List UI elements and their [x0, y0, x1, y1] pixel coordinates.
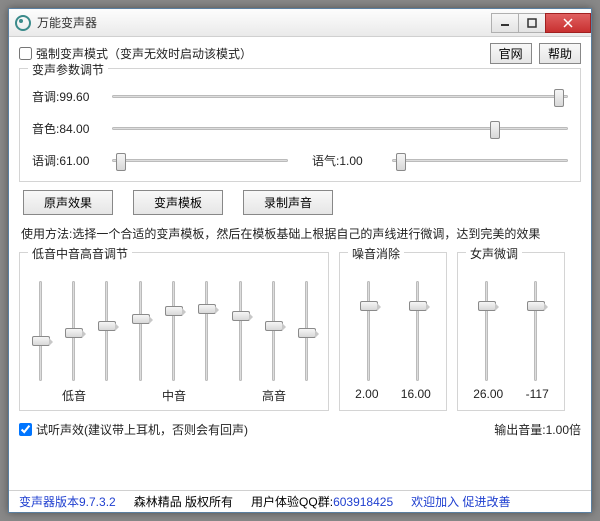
pitch-slider[interactable] [112, 87, 568, 105]
voice-params-group: 变声参数调节 音调:99.60 音色:84.00 语调:61.00 语气:1.0… [19, 68, 581, 182]
noise-slider-0[interactable] [359, 281, 379, 381]
window-buttons [492, 13, 591, 33]
help-button[interactable]: 帮助 [539, 43, 581, 64]
female-val-1: -117 [526, 387, 549, 401]
noise-labels: 2.00 16.00 [344, 387, 442, 401]
original-sound-button[interactable]: 原声效果 [23, 190, 113, 215]
female-group: 女声微调 26.00 -117 [457, 252, 565, 411]
status-join[interactable]: 欢迎加入 促进改善 [411, 493, 510, 510]
eq-slider-4[interactable] [164, 281, 184, 381]
bottom-groups: 低音中音高音调节 低音 中音 高音 噪音消除 2.00 16.00 女声微调 [19, 252, 581, 411]
instruction-text: 使用方法:选择一个合适的变声模板，然后在模板基础上根据自己的声线进行微调，达到完… [21, 225, 581, 242]
noise-sliders [344, 271, 442, 381]
listen-input[interactable] [19, 423, 32, 436]
eq-label-low: 低音 [24, 387, 124, 404]
female-slider-0[interactable] [477, 281, 497, 381]
pitch-row: 音调:99.60 [32, 87, 568, 105]
eq-slider-1[interactable] [64, 281, 84, 381]
female-legend: 女声微调 [466, 245, 522, 262]
minimize-button[interactable] [491, 13, 519, 33]
voice-params-legend: 变声参数调节 [28, 61, 108, 78]
app-window: 万能变声器 强制变声模式（变声无效时启动该模式） 官网 帮助 变声参数调节 音调… [8, 8, 592, 513]
noise-legend: 噪音消除 [348, 245, 404, 262]
eq-slider-2[interactable] [97, 281, 117, 381]
status-copyright: 森林精品 版权所有 [134, 493, 233, 510]
noise-val-1: 16.00 [401, 387, 431, 401]
eq-label-high: 高音 [224, 387, 324, 404]
noise-group: 噪音消除 2.00 16.00 [339, 252, 447, 411]
client-area: 强制变声模式（变声无效时启动该模式） 官网 帮助 变声参数调节 音调:99.60… [9, 37, 591, 442]
eq-group: 低音中音高音调节 低音 中音 高音 [19, 252, 329, 411]
eq-sliders [24, 271, 324, 381]
eq-slider-5[interactable] [197, 281, 217, 381]
female-labels: 26.00 -117 [462, 387, 560, 401]
record-sound-button[interactable]: 录制声音 [243, 190, 333, 215]
force-mode-input[interactable] [19, 47, 32, 60]
eq-legend: 低音中音高音调节 [28, 245, 132, 262]
tone-label: 语气:1.00 [312, 152, 384, 169]
timbre-label: 音色:84.00 [32, 120, 104, 137]
noise-slider-1[interactable] [408, 281, 428, 381]
force-mode-checkbox[interactable]: 强制变声模式（变声无效时启动该模式） [19, 45, 252, 62]
titlebar: 万能变声器 [9, 9, 591, 37]
female-sliders [462, 271, 560, 381]
timbre-row: 音色:84.00 [32, 119, 568, 137]
eq-label-mid: 中音 [124, 387, 224, 404]
maximize-button[interactable] [518, 13, 546, 33]
timbre-slider[interactable] [112, 119, 568, 137]
official-site-button[interactable]: 官网 [490, 43, 532, 64]
window-title: 万能变声器 [37, 14, 492, 31]
status-qq: 用户体验QQ群:603918425 [251, 493, 393, 510]
force-mode-label: 强制变声模式（变声无效时启动该模式） [36, 45, 252, 62]
output-volume-label: 输出音量:1.00倍 [494, 421, 581, 438]
app-icon [15, 15, 31, 31]
eq-slider-3[interactable] [131, 281, 151, 381]
pitch-label: 音调:99.60 [32, 88, 104, 105]
tone-slider[interactable] [392, 151, 568, 169]
eq-slider-0[interactable] [31, 281, 51, 381]
top-buttons: 官网 帮助 [486, 43, 581, 64]
intonation-tone-row: 语调:61.00 语气:1.00 [32, 151, 568, 169]
status-qq-num[interactable]: 603918425 [333, 495, 393, 509]
intonation-label: 语调:61.00 [32, 152, 104, 169]
intonation-slider[interactable] [112, 151, 288, 169]
status-bar: 变声器版本9.7.3.2 森林精品 版权所有 用户体验QQ群:603918425… [9, 490, 591, 512]
female-slider-1[interactable] [526, 281, 546, 381]
eq-labels: 低音 中音 高音 [24, 387, 324, 404]
status-version[interactable]: 变声器版本9.7.3.2 [19, 493, 116, 510]
listen-label: 试听声效(建议带上耳机，否则会有回声) [36, 421, 248, 438]
voice-template-button[interactable]: 变声模板 [133, 190, 223, 215]
eq-slider-8[interactable] [297, 281, 317, 381]
close-button[interactable] [545, 13, 591, 33]
middle-buttons: 原声效果 变声模板 录制声音 [23, 190, 581, 215]
bottom-line: 试听声效(建议带上耳机，否则会有回声) 输出音量:1.00倍 [19, 421, 581, 438]
eq-slider-7[interactable] [264, 281, 284, 381]
eq-slider-6[interactable] [231, 281, 251, 381]
noise-val-0: 2.00 [355, 387, 378, 401]
listen-checkbox[interactable]: 试听声效(建议带上耳机，否则会有回声) [19, 421, 248, 438]
female-val-0: 26.00 [473, 387, 503, 401]
